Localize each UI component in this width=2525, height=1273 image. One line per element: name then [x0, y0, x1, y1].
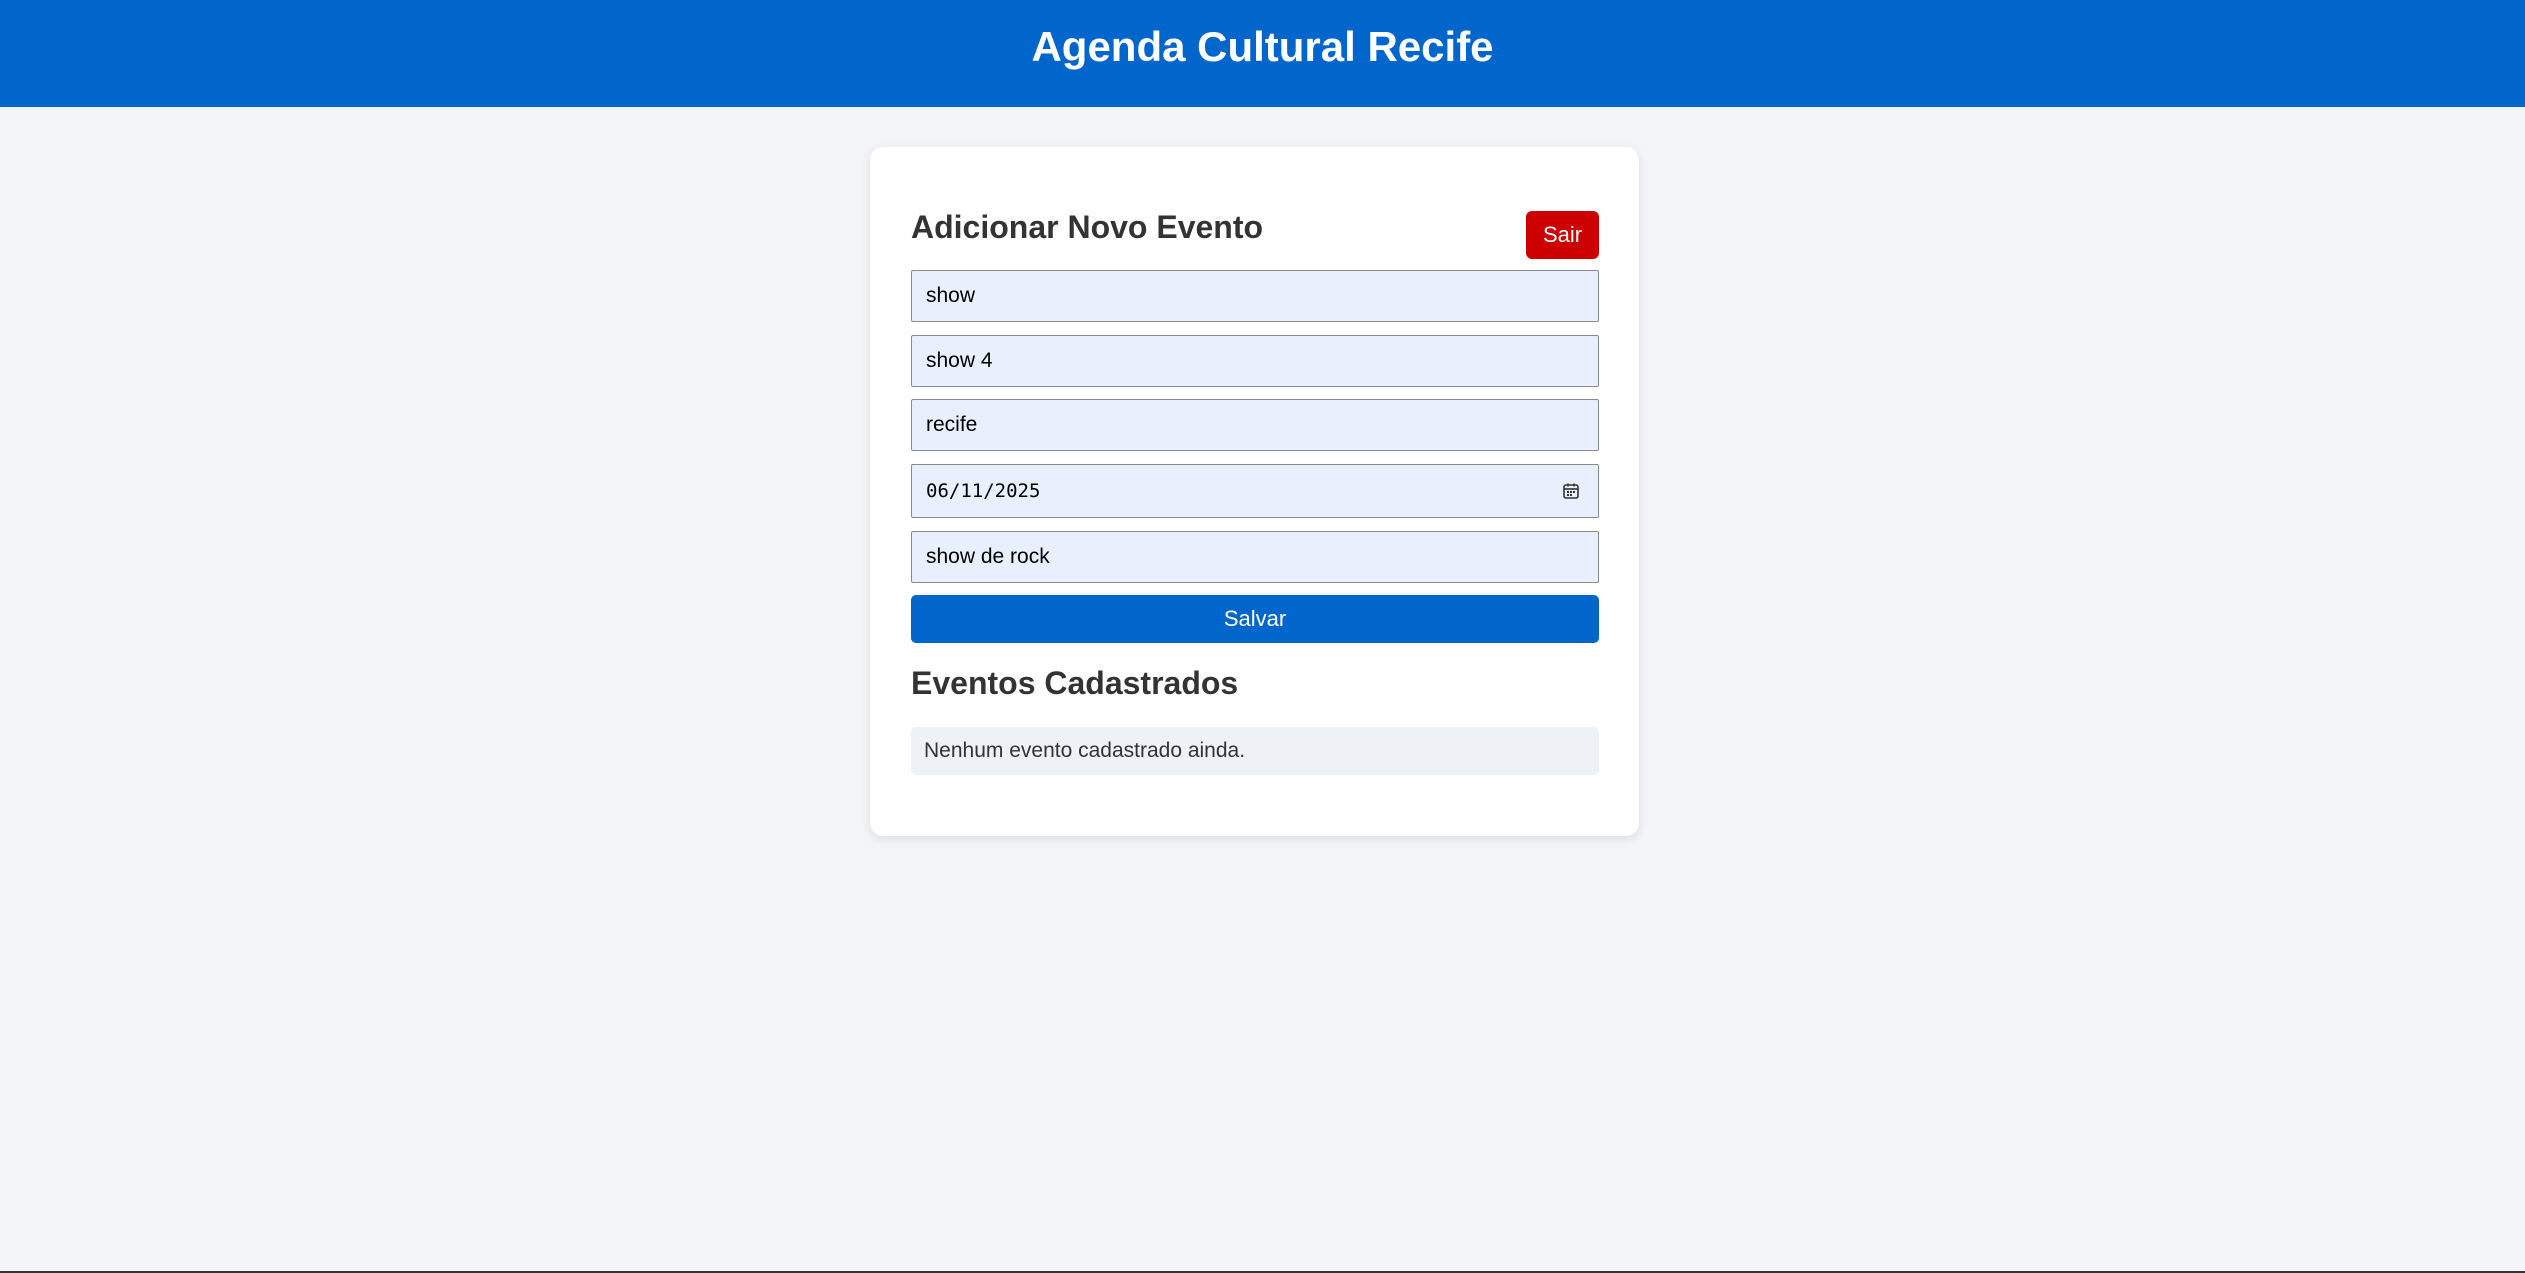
save-button[interactable]: Salvar [911, 595, 1599, 643]
app-title: Agenda Cultural Recife [1031, 22, 1494, 70]
logout-button[interactable]: Sair [1526, 211, 1599, 259]
event-date-value: 06/11/2025 [926, 480, 1041, 502]
events-list-title: Eventos Cadastrados [911, 665, 1239, 701]
app-header: Agenda Cultural Recife [0, 0, 2525, 107]
empty-events-message: Nenhum evento cadastrado ainda. [911, 727, 1599, 775]
event-title-input[interactable] [911, 335, 1599, 387]
event-name-input[interactable] [911, 270, 1599, 322]
event-card: Adicionar Novo Evento Sair 06/11/2025 Sa… [870, 147, 1639, 836]
event-location-input[interactable] [911, 399, 1599, 451]
event-description-input[interactable] [911, 531, 1599, 583]
event-date-input[interactable]: 06/11/2025 [911, 464, 1599, 518]
form-title: Adicionar Novo Evento [911, 209, 1264, 245]
calendar-icon[interactable] [1562, 482, 1580, 500]
